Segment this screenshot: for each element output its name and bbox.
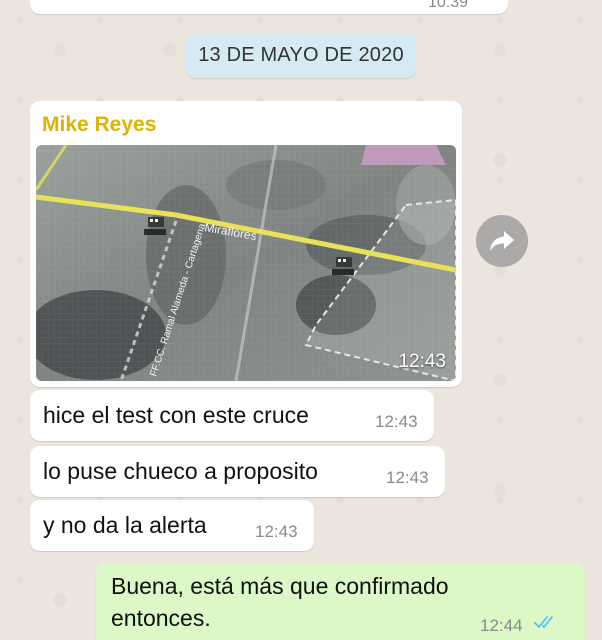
message-time: 12:44: [480, 616, 523, 635]
message-text-line-1: Buena, está más que confirmado: [111, 573, 449, 599]
chat-area: 10:39 13 DE MAYO DE 2020 Mike Reyes Mira…: [0, 0, 602, 640]
photo-message-bubble[interactable]: Mike Reyes Miraflores FF.CC. Ramal Alame…: [30, 101, 462, 387]
photo-time: 12:43: [398, 351, 446, 372]
outgoing-message[interactable]: Buena, está más que confirmado entonces.…: [96, 563, 585, 640]
message-text: lo puse chueco a proposito: [43, 458, 318, 484]
message-text: hice el test con este cruce: [43, 402, 309, 428]
message-time: 12:43: [375, 412, 418, 431]
previous-message-bubble[interactable]: 10:39: [30, 0, 508, 14]
incoming-message[interactable]: hice el test con este cruce 12:43: [30, 390, 434, 441]
message-time: 10:39: [427, 0, 468, 11]
incoming-message[interactable]: y no da la alerta 12:43: [30, 500, 314, 551]
message-time: 12:43: [255, 522, 298, 541]
map-photo-image: Miraflores FF.CC. Ramal Alameda - Cartag…: [36, 145, 456, 381]
message-text: y no da la alerta: [43, 512, 207, 538]
message-time: 12:43: [386, 468, 429, 487]
date-separator: 13 DE MAYO DE 2020: [186, 33, 416, 78]
message-text-line-2: entonces.: [111, 605, 211, 631]
forward-arrow-icon: [490, 231, 514, 251]
incoming-message[interactable]: lo puse chueco a proposito 12:43: [30, 446, 445, 497]
sender-name[interactable]: Mike Reyes: [42, 113, 156, 137]
map-photo[interactable]: Miraflores FF.CC. Ramal Alameda - Cartag…: [36, 145, 456, 381]
double-check-read-icon: [534, 616, 553, 628]
forward-button[interactable]: [476, 215, 528, 267]
